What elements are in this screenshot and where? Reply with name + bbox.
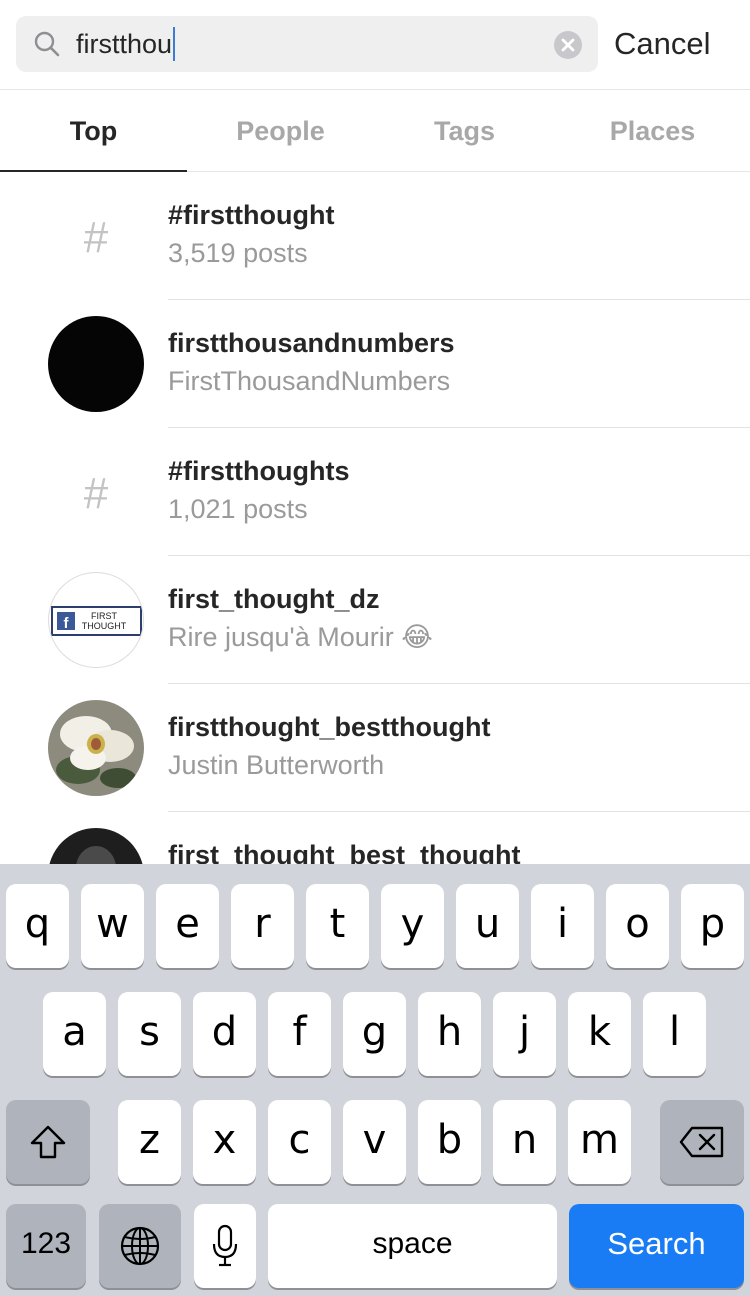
tab-people[interactable]: People bbox=[187, 91, 374, 172]
key-s[interactable]: s bbox=[118, 992, 181, 1076]
result-subtitle: 1,021 posts bbox=[168, 494, 308, 524]
key-k[interactable]: k bbox=[568, 992, 631, 1076]
result-title: firstthought_bestthought bbox=[168, 712, 491, 742]
key-f[interactable]: f bbox=[268, 992, 331, 1076]
svg-text:THOUGHT: THOUGHT bbox=[82, 621, 127, 631]
clear-icon[interactable] bbox=[553, 30, 583, 60]
result-title: firstthousandnumbers bbox=[168, 328, 455, 358]
avatar: f FIRST THOUGHT bbox=[48, 572, 144, 668]
tab-places[interactable]: Places bbox=[555, 91, 750, 172]
list-item[interactable]: # #firstthoughts 1,021 posts bbox=[0, 428, 750, 556]
svg-text:FIRST: FIRST bbox=[91, 611, 118, 621]
numbers-key[interactable]: 123 bbox=[6, 1204, 86, 1288]
key-e[interactable]: e bbox=[156, 884, 219, 968]
space-key[interactable]: space bbox=[268, 1204, 557, 1288]
result-title: first_thought_best_thought bbox=[168, 840, 521, 864]
key-z[interactable]: z bbox=[118, 1100, 181, 1184]
list-item[interactable]: first_thought_best_thought bbox=[0, 812, 750, 864]
search-tabs: Top People Tags Places bbox=[0, 91, 750, 172]
key-c[interactable]: c bbox=[268, 1100, 331, 1184]
key-t[interactable]: t bbox=[306, 884, 369, 968]
result-subtitle: 3,519 posts bbox=[168, 238, 308, 268]
key-o[interactable]: o bbox=[606, 884, 669, 968]
search-header: firstthou Cancel bbox=[0, 0, 750, 90]
globe-key[interactable] bbox=[99, 1204, 181, 1288]
list-item[interactable]: # #firstthought 3,519 posts bbox=[0, 172, 750, 300]
key-m[interactable]: m bbox=[568, 1100, 631, 1184]
key-r[interactable]: r bbox=[231, 884, 294, 968]
key-g[interactable]: g bbox=[343, 992, 406, 1076]
search-key[interactable]: Search bbox=[569, 1204, 744, 1288]
hashtag-icon: # bbox=[83, 213, 109, 262]
key-w[interactable]: w bbox=[81, 884, 144, 968]
result-title: first_thought_dz bbox=[168, 584, 380, 614]
key-d[interactable]: d bbox=[193, 992, 256, 1076]
key-p[interactable]: p bbox=[681, 884, 744, 968]
key-y[interactable]: y bbox=[381, 884, 444, 968]
search-query: firstthou bbox=[76, 29, 173, 59]
microphone-icon bbox=[212, 1224, 238, 1267]
globe-icon bbox=[120, 1226, 160, 1266]
hashtag-icon: # bbox=[83, 469, 109, 518]
result-title: #firstthought bbox=[168, 200, 335, 230]
key-i[interactable]: i bbox=[531, 884, 594, 968]
avatar bbox=[48, 828, 144, 864]
search-icon bbox=[34, 31, 60, 57]
avatar bbox=[48, 700, 144, 796]
search-input[interactable]: firstthou bbox=[76, 26, 176, 62]
list-item[interactable]: firstthought_bestthought Justin Butterwo… bbox=[0, 684, 750, 812]
key-b[interactable]: b bbox=[418, 1100, 481, 1184]
avatar bbox=[48, 316, 144, 412]
text-caret bbox=[173, 26, 176, 61]
key-l[interactable]: l bbox=[643, 992, 706, 1076]
list-item[interactable]: firstthousandnumbers FirstThousandNumber… bbox=[0, 300, 750, 428]
cancel-button[interactable]: Cancel bbox=[614, 22, 711, 66]
tab-tags[interactable]: Tags bbox=[374, 91, 555, 172]
tab-top[interactable]: Top bbox=[0, 91, 187, 172]
result-title: #firstthoughts bbox=[168, 456, 350, 486]
magnolia-photo bbox=[48, 700, 144, 796]
key-q[interactable]: q bbox=[6, 884, 69, 968]
keyboard: q w e r t y u i o p a s d f g h j k l z … bbox=[0, 864, 750, 1296]
backspace-icon bbox=[679, 1126, 724, 1158]
key-v[interactable]: v bbox=[343, 1100, 406, 1184]
shift-arrow-icon bbox=[30, 1125, 66, 1159]
microphone-key[interactable] bbox=[194, 1204, 256, 1288]
list-item[interactable]: f FIRST THOUGHT first_thought_dz Rire ju… bbox=[0, 556, 750, 684]
dark-photo bbox=[48, 828, 144, 864]
key-x[interactable]: x bbox=[193, 1100, 256, 1184]
result-subtitle: Rire jusqu'à Mourir 😂 bbox=[168, 622, 433, 652]
key-u[interactable]: u bbox=[456, 884, 519, 968]
key-j[interactable]: j bbox=[493, 992, 556, 1076]
result-subtitle: Justin Butterworth bbox=[168, 750, 385, 780]
key-a[interactable]: a bbox=[43, 992, 106, 1076]
first-thought-logo: f FIRST THOUGHT bbox=[51, 606, 142, 636]
result-subtitle: FirstThousandNumbers bbox=[168, 366, 451, 396]
shift-key[interactable] bbox=[6, 1100, 90, 1184]
key-h[interactable]: h bbox=[418, 992, 481, 1076]
backspace-key[interactable] bbox=[660, 1100, 744, 1184]
key-n[interactable]: n bbox=[493, 1100, 556, 1184]
results-list: # #firstthought 3,519 posts firstthousan… bbox=[0, 172, 750, 864]
